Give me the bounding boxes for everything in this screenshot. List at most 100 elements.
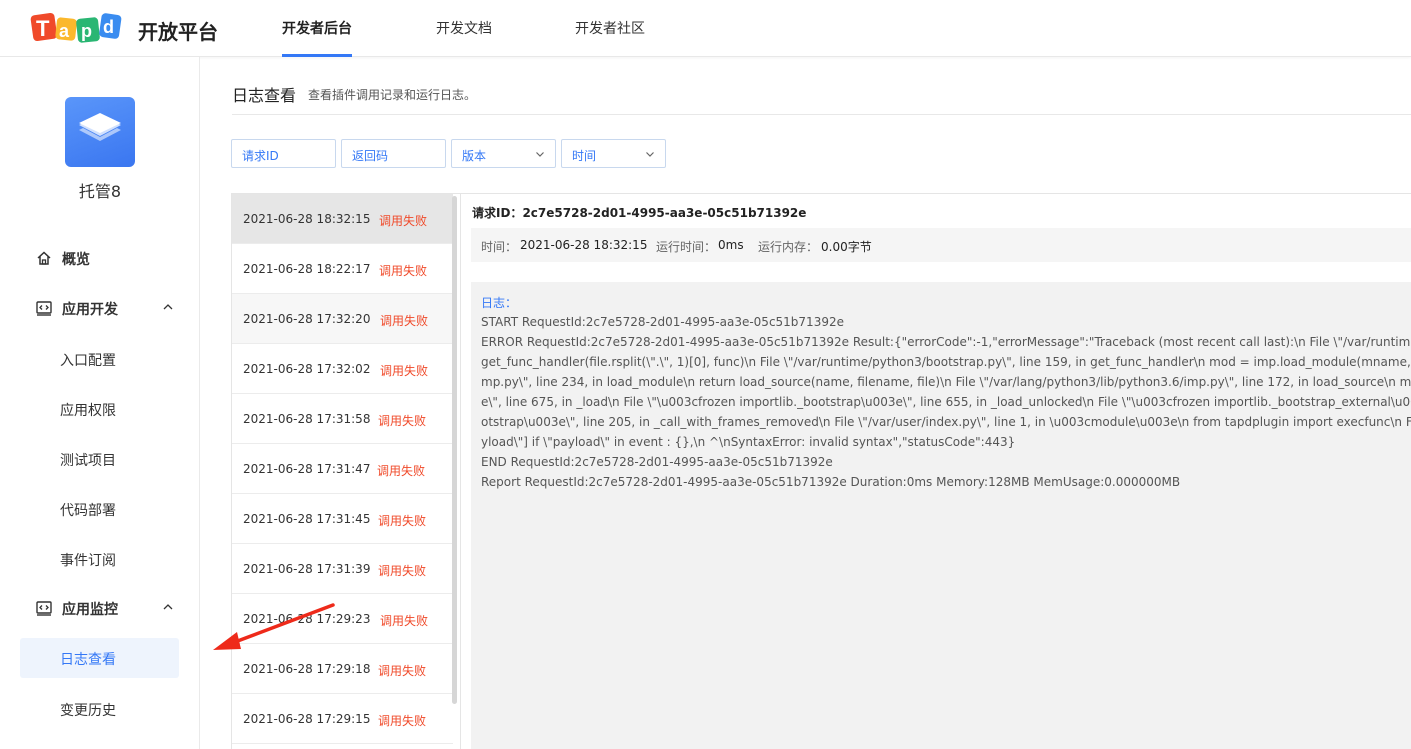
- record-time: 2021-06-28 17:31:39: [243, 562, 371, 576]
- sidebar-item-test-projects[interactable]: 测试项目: [20, 439, 179, 479]
- sidebar-item-event-subscription[interactable]: 事件订阅: [20, 539, 179, 579]
- svg-text:T: T: [36, 16, 50, 41]
- chevron-down-icon: [646, 152, 654, 157]
- log-record-row[interactable]: 2021-06-28 17:32:20 调用失败: [232, 294, 453, 344]
- version-placeholder: 版本: [462, 149, 487, 163]
- log-record-row[interactable]: 2021-06-28 17:29:15 调用失败: [232, 694, 453, 744]
- time-label: 时间：: [481, 240, 518, 254]
- request-id-placeholder: 请求ID: [242, 149, 279, 163]
- return-code-placeholder: 返回码: [352, 149, 389, 163]
- record-status: 调用失败: [378, 664, 427, 678]
- record-time: 2021-06-28 17:31:47: [243, 462, 371, 476]
- log-record-row[interactable]: 2021-06-28 17:32:02 调用失败: [232, 344, 453, 394]
- svg-text:d: d: [103, 17, 114, 37]
- tab-developer-console[interactable]: 开发者后台: [282, 18, 352, 38]
- sidebar-item-label: 事件订阅: [60, 553, 116, 569]
- sidebar-item-label: 日志查看: [60, 652, 116, 668]
- log-record-row[interactable]: 2021-06-28 17:31:58 调用失败: [232, 394, 453, 444]
- log-record-row[interactable]: 2021-06-28 18:22:17 调用失败: [232, 244, 453, 294]
- log-record-row[interactable]: 2021-06-28 17:31:45 调用失败: [232, 494, 453, 544]
- request-id-value: 2c7e5728-2d01-4995-aa3e-05c51b71392e: [522, 206, 807, 220]
- divider: [232, 114, 1411, 115]
- record-time: 2021-06-28 17:31:58: [243, 412, 371, 426]
- sidebar-item-change-history[interactable]: 变更历史: [20, 689, 179, 729]
- annotation-arrow-icon: [213, 603, 335, 650]
- tab-developer-docs[interactable]: 开发文档: [436, 18, 492, 38]
- record-status: 调用失败: [377, 464, 426, 478]
- log-line: START RequestId:2c7e5728-2d01-4995-aa3e-…: [481, 315, 844, 329]
- sidebar-item-label: 应用权限: [60, 403, 116, 419]
- record-status: 调用失败: [378, 414, 427, 428]
- layers-icon: [79, 113, 121, 141]
- code-window-icon: [36, 301, 52, 316]
- sidebar-group-app-dev[interactable]: 应用开发: [0, 288, 200, 328]
- svg-text:p: p: [81, 21, 92, 41]
- sidebar-item-log-view[interactable]: 日志查看: [20, 638, 179, 678]
- sidebar-item-overview[interactable]: 概览: [0, 238, 200, 278]
- log-record-row[interactable]: 2021-06-28 18:32:15 调用失败: [232, 194, 453, 244]
- record-time: 2021-06-28 18:32:15: [243, 212, 371, 226]
- chevron-down-icon: [536, 152, 544, 157]
- log-line: otstrap\u003e\", line 205, in _call_with…: [481, 415, 1411, 429]
- log-label: 日志：: [481, 296, 518, 310]
- runtime-value: 0ms: [718, 238, 744, 252]
- page-description: 查看插件调用记录和运行日志。: [308, 88, 477, 102]
- runtime-label: 运行时间：: [656, 240, 717, 254]
- record-time: 2021-06-28 17:32:20: [243, 312, 371, 326]
- sidebar-item-label: 代码部署: [60, 503, 116, 519]
- time-value: 2021-06-28 18:32:15: [520, 238, 648, 252]
- sidebar-item-label: 概览: [62, 252, 90, 268]
- app-icon: [65, 97, 135, 167]
- log-line: mp.py\", line 234, in load_module\n retu…: [481, 375, 1411, 389]
- record-time: 2021-06-28 17:31:45: [243, 512, 371, 526]
- sidebar-group-label: 应用监控: [62, 602, 118, 618]
- log-record-row[interactable]: 2021-06-28 17:31:47 调用失败: [232, 444, 453, 494]
- log-line: e\", line 675, in _load\n File \"\u003cf…: [481, 395, 1411, 409]
- time-select[interactable]: 时间: [561, 139, 666, 168]
- record-status: 调用失败: [380, 364, 429, 378]
- log-record-row[interactable]: 2021-06-28 17:31:39 调用失败: [232, 544, 453, 594]
- record-status: 调用失败: [379, 214, 428, 228]
- top-navigation-bar: T a p d 开放平台 开发者后台 开发文档 开发者社区: [0, 0, 1411, 57]
- request-id-label: 请求ID：: [472, 206, 523, 220]
- time-placeholder: 时间: [572, 149, 597, 163]
- memory-label: 运行内存：: [758, 240, 819, 254]
- log-line: END RequestId:2c7e5728-2d01-4995-aa3e-05…: [481, 455, 833, 469]
- sidebar-item-code-deploy[interactable]: 代码部署: [20, 489, 179, 529]
- record-time: 2021-06-28 18:22:17: [243, 262, 371, 276]
- log-line: Report RequestId:2c7e5728-2d01-4995-aa3e…: [481, 475, 1181, 489]
- record-time: 2021-06-28 17:29:15: [243, 712, 371, 726]
- record-time: 2021-06-28 17:29:18: [243, 662, 371, 676]
- home-icon: [37, 251, 51, 265]
- log-content-box: 日志： START RequestId:2c7e5728-2d01-4995-a…: [471, 282, 1411, 749]
- record-status: 调用失败: [380, 314, 429, 328]
- log-record-list: 2021-06-28 18:32:15 调用失败 2021-06-28 18:2…: [231, 193, 461, 749]
- sidebar-group-label: 应用开发: [62, 302, 118, 318]
- run-info-bar: 时间： 2021-06-28 18:32:15 运行时间： 0ms 运行内存： …: [471, 228, 1411, 262]
- return-code-input[interactable]: 返回码: [341, 139, 446, 168]
- sidebar-item-label: 变更历史: [60, 703, 116, 719]
- record-time: 2021-06-28 17:32:02: [243, 362, 371, 376]
- app-name: 托管8: [78, 182, 122, 201]
- record-status: 调用失败: [380, 614, 429, 628]
- log-line: ERROR RequestId:2c7e5728-2d01-4995-aa3e-…: [481, 335, 1411, 349]
- version-select[interactable]: 版本: [451, 139, 556, 168]
- sidebar-item-entry-config[interactable]: 入口配置: [20, 339, 179, 379]
- log-line: get_func_handler(file.rsplit(\".\", 1)[0…: [481, 355, 1411, 369]
- detail-divider: [461, 193, 1411, 194]
- request-id-input[interactable]: 请求ID: [231, 139, 336, 168]
- log-line: yload\"] if \"payload\" in event : {},\n…: [481, 435, 1016, 449]
- sidebar-item-label: 测试项目: [60, 453, 116, 469]
- chevron-up-icon[interactable]: [162, 301, 174, 313]
- page-title: 日志查看: [232, 86, 297, 105]
- list-scrollbar[interactable]: [452, 196, 457, 704]
- record-status: 调用失败: [379, 264, 428, 278]
- sidebar-item-app-permissions[interactable]: 应用权限: [20, 389, 179, 429]
- svg-text:a: a: [59, 21, 70, 41]
- record-status: 调用失败: [378, 514, 427, 528]
- tab-developer-community[interactable]: 开发者社区: [575, 18, 645, 38]
- chevron-up-icon[interactable]: [162, 601, 174, 613]
- record-status: 调用失败: [378, 714, 427, 728]
- sidebar-group-app-monitor[interactable]: 应用监控: [0, 588, 200, 628]
- tapd-logo[interactable]: T a p d: [30, 8, 122, 46]
